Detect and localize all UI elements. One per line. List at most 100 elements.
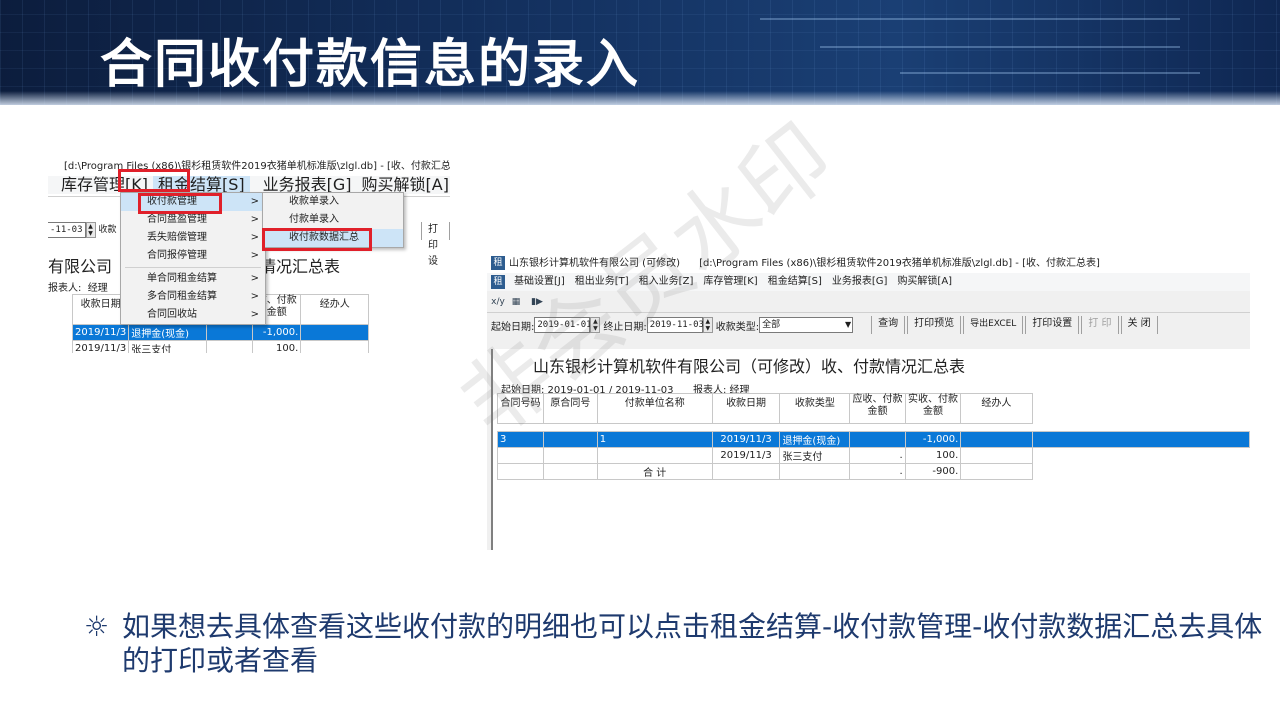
menu-screenshot: [d:\Program Files (x86)\银杉租赁软件2019衣猪单机标准…: [48, 158, 450, 353]
menu-item-inventory[interactable]: 库存管理[K]: [698, 273, 762, 291]
close-button[interactable]: 关 闭: [1120, 316, 1158, 334]
crop-report-title-right: 情况汇总表: [260, 257, 341, 276]
crop-cell-empty: [206, 340, 254, 353]
slide-title: 合同收付款信息的录入: [100, 35, 641, 95]
payment-type-value: 全部: [762, 320, 781, 330]
menu-item-reports[interactable]: 业务报表[G]: [827, 273, 893, 291]
cell-date: 2019/11/3: [711, 447, 781, 464]
menu-item-receipt-entry[interactable]: 收款单录入: [263, 193, 403, 211]
menu-item-loss-compensation[interactable]: 丢失赔偿管理 >: [121, 229, 265, 247]
table-row[interactable]: 2019/11/3 张三支付 . 100.: [497, 447, 1250, 464]
cell-filler: [1031, 431, 1250, 448]
menu-item-basic-settings[interactable]: 基础设置[J]: [509, 273, 570, 291]
col-header-filler: [1032, 394, 1249, 424]
chevron-right-icon: >: [250, 214, 259, 225]
highlight-payment-management: [138, 193, 222, 214]
cell-total-label: 合 计: [596, 463, 713, 480]
menu-item-rent-in[interactable]: 租入业务[Z]: [634, 273, 699, 291]
menu-item-payment-entry[interactable]: 付款单录入: [263, 211, 403, 229]
col-header-contract-no: 合同号码: [497, 393, 544, 424]
crop-col-header: 经办人: [300, 294, 370, 325]
crop-cell-empty: [206, 324, 254, 341]
cell-type: 张三支付: [779, 447, 851, 464]
spin-icon[interactable]: ▲ ▼: [590, 317, 601, 333]
chevron-right-icon: >: [250, 291, 259, 302]
cell-filler: [1032, 448, 1249, 464]
payment-type-label: 收款类型:: [715, 321, 760, 333]
menu-separator: [125, 267, 261, 268]
crop-reporter-value: 经理: [87, 283, 108, 294]
cell-paid-amount: -1,000.: [904, 431, 962, 448]
print-button[interactable]: 打 印: [1081, 316, 1119, 334]
menu-item-contract-suspension[interactable]: 合同报停管理 >: [121, 247, 265, 265]
export-excel-button[interactable]: 导出EXCEL: [963, 316, 1024, 334]
crop-reporter: 报表人: 经理: [48, 279, 108, 294]
app-menubar: 租 基础设置[J] 租出业务[T] 租入业务[Z] 库存管理[K] 租金结算[S…: [487, 273, 1250, 291]
menu-item-label: 合同报停管理: [147, 250, 207, 261]
menu-item-unlock[interactable]: 购买解锁[A]: [892, 273, 957, 291]
crop-cell-type: 退押金(现金): [128, 324, 208, 341]
spin-icon[interactable]: ▲ ▼: [85, 222, 96, 238]
spin-icon[interactable]: ▲ ▼: [702, 317, 713, 333]
crop-cell-empty: [300, 340, 370, 353]
end-date-input[interactable]: 2019-11-03: [646, 317, 704, 333]
highlight-rent-settlement: [118, 169, 190, 192]
table-row[interactable]: 2019/11/3 张三支付 100.: [71, 340, 370, 353]
highlight-payment-summary: [262, 228, 372, 251]
query-button[interactable]: 查询: [871, 316, 906, 334]
table-icon[interactable]: ▦: [509, 295, 523, 309]
chevron-down-icon: ▼: [844, 320, 852, 329]
menu-item-label: 合同盘盈管理: [147, 214, 207, 225]
cell-contract-no: [497, 447, 544, 464]
filter-row: 起始日期: 2019-01-01 ▲ ▼ 终止日期: 2019-11-03 ▲ ▼ 收款…: [487, 313, 1250, 337]
menu-item-label: 多合同租金结算: [147, 291, 217, 302]
cell-type: 退押金(现金): [779, 431, 851, 448]
payment-type-select[interactable]: 全部 ▼: [759, 317, 854, 333]
cell-payer: [596, 447, 713, 464]
menu-item-rent-out[interactable]: 租出业务[T]: [570, 273, 634, 291]
cell-due-amount: [849, 431, 906, 448]
app-toolbar: x/y ▦ ▮▶: [487, 291, 1250, 313]
cell-handler: [960, 447, 1033, 464]
col-header-payer: 付款单位名称: [596, 393, 713, 424]
crop-cell-date: 2019/11/3: [71, 340, 130, 353]
app-logo-icon: 租: [491, 256, 505, 270]
print-preview-button[interactable]: 打印预览: [907, 316, 962, 334]
cell-handler: [960, 463, 1033, 480]
cell-type: [779, 463, 851, 480]
menu-item-single-contract-settlement[interactable]: 单合同租金结算 >: [121, 270, 265, 288]
col-header-paid-amount: 实收、付款 金额: [904, 393, 962, 424]
header-banner: 合同收付款信息的录入: [0, 0, 1280, 105]
menu-item-contract-recycle-bin[interactable]: 合同回收站 >: [121, 306, 265, 324]
crop-filter-row: -11-03 ▲ ▼ 收款: [48, 222, 117, 238]
print-settings-button[interactable]: 打印设置: [1025, 316, 1080, 334]
table-row[interactable]: 2019/11/3 退押金(现金) -1,000.: [71, 324, 370, 341]
exit-icon[interactable]: ▮▶: [527, 295, 547, 309]
cell-handler: [960, 431, 1033, 448]
cell-date: 2019/11/3: [711, 431, 781, 448]
menu-item-rent-settlement[interactable]: 租金结算[S]: [763, 273, 827, 291]
banner-decor-line: [900, 72, 1200, 74]
cell-paid-amount: -900.: [904, 463, 962, 480]
chevron-right-icon: >: [250, 309, 259, 320]
chevron-right-icon: >: [250, 273, 259, 284]
cell-paid-amount: 100.: [904, 447, 962, 464]
cell-contract-no: [497, 463, 544, 480]
cell-due-amount: .: [849, 447, 906, 464]
banner-decor-line: [760, 18, 1180, 20]
menu-item-label: 丢失赔偿管理: [147, 232, 207, 243]
app-title-company: 山东银杉计算机软件有限公司 (可修改): [509, 258, 680, 269]
menu-item-multi-contract-settlement[interactable]: 多合同租金结算 >: [121, 288, 265, 306]
chevron-right-icon: >: [250, 232, 259, 243]
table-row-total[interactable]: 合 计 . -900.: [497, 463, 1250, 480]
cell-contract-no: 3: [497, 431, 544, 448]
bullet-text: 如果想去具体查看这些收付款的明细也可以点击租金结算-收付款管理-收付款数据汇总去…: [122, 610, 1263, 677]
col-header-orig-contract: 原合同号: [542, 393, 598, 424]
crop-print-settings-button[interactable]: 打印设: [421, 222, 450, 267]
xy-icon[interactable]: x/y: [491, 295, 505, 309]
start-date-input[interactable]: 2019-01-01: [534, 317, 592, 333]
app-title-path: [d:\Program Files (x86)\银杉租赁软件2019衣猪单机标准…: [699, 258, 1100, 269]
table-row[interactable]: 3 1 2019/11/3 退押金(现金) -1,000.: [497, 431, 1250, 448]
app-titlebar: 租山东银杉计算机软件有限公司 (可修改) [d:\Program Files (…: [487, 255, 1250, 273]
crop-date-end-input[interactable]: -11-03: [48, 222, 86, 238]
